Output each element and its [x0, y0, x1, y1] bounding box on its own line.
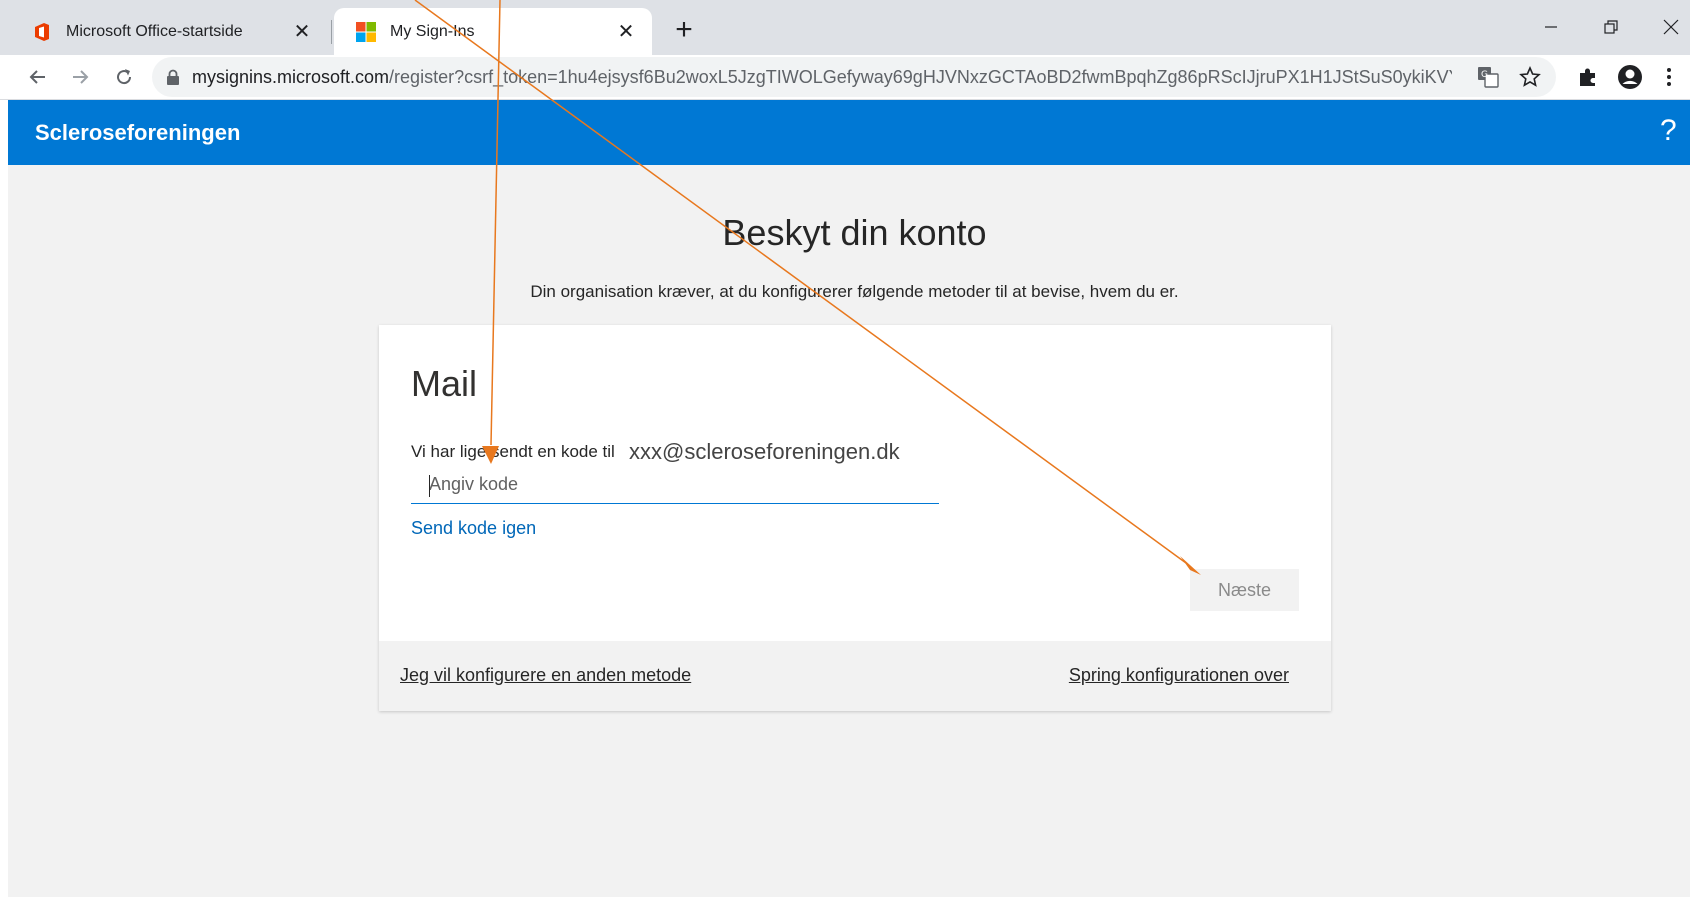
back-button[interactable] [22, 61, 54, 93]
card-footer: Jeg vil konfigurere en anden metode Spri… [379, 641, 1331, 711]
tab-office-startside[interactable]: Microsoft Office-startside ✕ [10, 8, 328, 55]
address-bar[interactable]: mysignins.microsoft.com/register?csrf_to… [152, 57, 1556, 97]
tab-title: My Sign-Ins [390, 22, 475, 40]
browser-toolbar: mysignins.microsoft.com/register?csrf_to… [0, 55, 1690, 100]
url-path: /register?csrf_token=1hu4ejsysf6Bu2woxL5… [389, 66, 1452, 87]
arrow-right-icon [73, 70, 89, 84]
help-icon[interactable]: ? [1660, 114, 1677, 148]
bookmark-star-button[interactable] [1514, 61, 1546, 93]
restore-icon [1604, 20, 1618, 34]
org-name: Scleroseforeningen [35, 120, 241, 145]
page-title: Beskyt din konto [722, 212, 987, 253]
star-icon [1519, 66, 1541, 87]
reload-button[interactable] [108, 61, 140, 93]
resend-code-link[interactable]: Send kode igen [411, 518, 536, 539]
url-text: mysignins.microsoft.com/register?csrf_to… [192, 67, 1452, 88]
other-method-link[interactable]: Jeg vil konfigurere en anden metode [400, 665, 691, 686]
setup-card: Mail Vi har lige sendt en kode til xxx@s… [379, 325, 1331, 711]
org-header: Scleroseforeningen ? [8, 100, 1690, 165]
reload-icon [117, 69, 132, 85]
url-host: mysignins.microsoft.com [192, 66, 390, 87]
puzzle-icon [1580, 68, 1595, 86]
tab-separator [331, 20, 332, 44]
code-input[interactable] [411, 466, 939, 504]
page-subtitle: Din organisation kræver, at du konfigure… [530, 282, 1179, 301]
skip-setup-link[interactable]: Spring konfigurationen over [1069, 665, 1289, 686]
lock-icon [167, 69, 179, 85]
tab-my-sign-ins[interactable]: My Sign-Ins ✕ [334, 8, 652, 55]
translate-button[interactable]: G [1472, 61, 1504, 93]
screen: Microsoft Office-startside ✕ My Sign-Ins… [0, 0, 1690, 897]
window-minimize-button[interactable] [1528, 10, 1574, 44]
page-content: Scleroseforeningen ? Beskyt din konto Di… [8, 100, 1690, 897]
new-tab-button[interactable]: + [668, 14, 700, 46]
browser-tab-strip: Microsoft Office-startside ✕ My Sign-Ins… [0, 0, 1690, 55]
translate-icon: G [1478, 67, 1499, 88]
tab-title: Microsoft Office-startside [66, 22, 243, 40]
forward-button[interactable] [64, 61, 96, 93]
extensions-button[interactable] [1572, 61, 1604, 93]
svg-text:G: G [1481, 70, 1488, 80]
account-circle-icon [1618, 65, 1642, 89]
more-vertical-icon [1667, 68, 1671, 86]
recipient-email: xxx@scleroseforeningen.dk [629, 439, 900, 464]
office-logo-icon [35, 22, 49, 41]
tab-close-icon[interactable]: ✕ [614, 19, 638, 44]
window-restore-button[interactable] [1588, 10, 1634, 44]
browser-menu-button[interactable] [1656, 61, 1682, 93]
card-title: Mail [411, 363, 478, 404]
code-sent-label: Vi har lige sendt en kode til [411, 442, 615, 461]
close-icon [1663, 19, 1679, 35]
window-close-button[interactable] [1648, 10, 1690, 44]
minimize-icon [1545, 26, 1557, 28]
text-caret [429, 475, 430, 497]
arrow-left-icon [29, 70, 45, 84]
next-button[interactable]: Næste [1190, 569, 1299, 611]
microsoft-logo-icon [356, 21, 376, 42]
profile-button[interactable] [1614, 61, 1646, 93]
tab-close-icon[interactable]: ✕ [290, 19, 314, 44]
